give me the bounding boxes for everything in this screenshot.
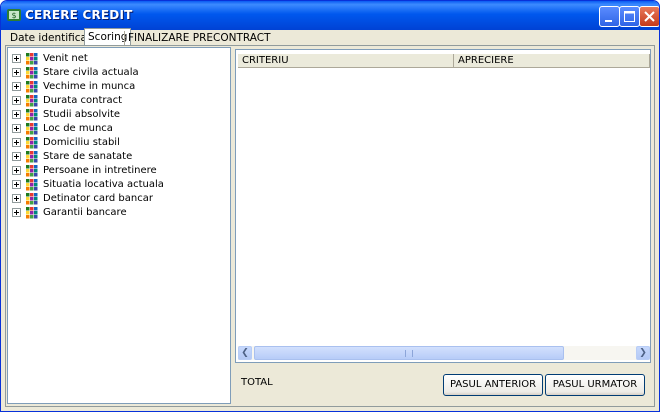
credit-app-icon: $ xyxy=(7,9,21,21)
colored-grid-icon xyxy=(26,178,38,190)
tree-item[interactable]: Vechime in munca xyxy=(12,79,135,93)
tree-item-label: Detinator card bancar xyxy=(43,192,153,204)
previous-step-button[interactable]: PASUL ANTERIOR xyxy=(443,374,543,396)
colored-grid-icon xyxy=(26,150,38,162)
colored-grid-icon xyxy=(26,164,38,176)
colored-grid-icon xyxy=(26,136,38,148)
tab-finalizare-precontract[interactable]: FINALIZARE PRECONTRACT xyxy=(124,31,274,45)
title-bar[interactable]: $ CERERE CREDIT xyxy=(1,1,659,30)
tree-item-label: Garantii bancare xyxy=(43,206,127,218)
colored-grid-icon xyxy=(26,206,38,218)
scroll-thumb[interactable] xyxy=(254,346,564,360)
tree-item[interactable]: Detinator card bancar xyxy=(12,191,153,205)
window-title: CERERE CREDIT xyxy=(25,8,133,22)
close-icon xyxy=(644,11,655,22)
plus-expand-icon[interactable] xyxy=(12,109,21,119)
maximize-icon xyxy=(624,11,635,22)
tree-item[interactable]: Stare de sanatate xyxy=(12,149,132,163)
maximize-button[interactable] xyxy=(619,6,640,27)
colored-grid-icon xyxy=(26,66,38,78)
plus-expand-icon[interactable] xyxy=(12,179,21,189)
plus-expand-icon[interactable] xyxy=(12,95,21,105)
colored-grid-icon xyxy=(26,52,38,64)
grip-icon xyxy=(405,350,413,357)
tree-item-label: Stare de sanatate xyxy=(43,150,133,162)
colored-grid-icon xyxy=(26,192,38,204)
tree-item[interactable]: Loc de munca xyxy=(12,121,113,135)
tree-item-label: Venit net xyxy=(43,52,88,64)
right-panel: CRITERIU APRECIERE ❮ ❯ TOTAL PASUL ANTER… xyxy=(233,47,653,405)
close-button[interactable] xyxy=(639,6,659,27)
plus-expand-icon[interactable] xyxy=(12,67,21,77)
app-window: $ CERERE CREDIT Date identificare Scorin… xyxy=(0,0,660,412)
tree-item-label: Situatia locativa actuala xyxy=(43,178,164,190)
colored-grid-icon xyxy=(26,108,38,120)
colored-grid-icon xyxy=(26,122,38,134)
tree-item-label: Loc de munca xyxy=(43,122,113,134)
tree-item-label: Vechime in munca xyxy=(43,80,136,92)
tree-item[interactable]: Durata contract xyxy=(12,93,122,107)
plus-expand-icon[interactable] xyxy=(12,53,21,63)
column-header-apreciere[interactable]: APRECIERE xyxy=(454,54,650,68)
plus-expand-icon[interactable] xyxy=(12,151,21,161)
total-label: TOTAL xyxy=(241,377,273,388)
next-step-button[interactable]: PASUL URMATOR xyxy=(545,374,645,396)
scoring-grid[interactable]: CRITERIU APRECIERE ❮ ❯ xyxy=(235,49,651,363)
svg-text:$: $ xyxy=(11,11,16,20)
tree-item-label: Persoane in intretinere xyxy=(43,164,157,176)
tree-item-label: Stare civila actuala xyxy=(43,66,139,78)
tree-item[interactable]: Persoane in intretinere xyxy=(12,163,157,177)
plus-expand-icon[interactable] xyxy=(12,81,21,91)
criteria-tree[interactable]: Venit net Stare civila actuala Vechime in … xyxy=(7,47,231,404)
colored-grid-icon xyxy=(26,94,38,106)
minimize-icon xyxy=(605,20,612,22)
plus-expand-icon[interactable] xyxy=(12,137,21,147)
tree-item-label: Studii absolvite xyxy=(43,108,121,120)
scroll-left-icon[interactable]: ❮ xyxy=(238,346,252,360)
tree-item[interactable]: Studii absolvite xyxy=(12,107,120,121)
column-header-criteriu[interactable]: CRITERIU xyxy=(238,54,454,68)
tree-item-label: Domiciliu stabil xyxy=(43,136,120,148)
tree-item-label: Durata contract xyxy=(43,94,123,106)
tree-item[interactable]: Situatia locativa actuala xyxy=(12,177,164,191)
tree-item[interactable]: Stare civila actuala xyxy=(12,65,139,79)
tree-item[interactable]: Domiciliu stabil xyxy=(12,135,120,149)
plus-expand-icon[interactable] xyxy=(12,123,21,133)
scroll-right-icon[interactable]: ❯ xyxy=(636,346,650,360)
tree-item[interactable]: Garantii bancare xyxy=(12,205,127,219)
plus-expand-icon[interactable] xyxy=(12,207,21,217)
plus-expand-icon[interactable] xyxy=(12,193,21,203)
plus-expand-icon[interactable] xyxy=(12,165,21,175)
colored-grid-icon xyxy=(26,80,38,92)
minimize-button[interactable] xyxy=(599,6,620,27)
horizontal-scrollbar[interactable]: ❮ ❯ xyxy=(238,346,650,360)
tree-item[interactable]: Venit net xyxy=(12,51,88,65)
